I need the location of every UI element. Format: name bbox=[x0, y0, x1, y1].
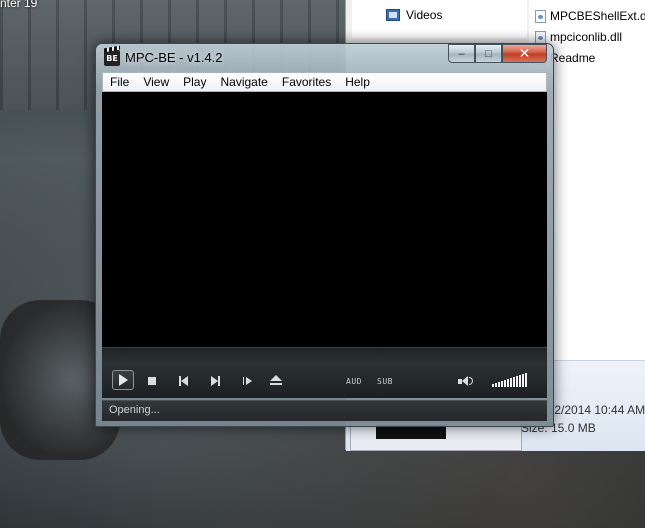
menu-help[interactable]: Help bbox=[338, 75, 377, 89]
eject-icon bbox=[270, 375, 282, 385]
navigation-pane: Videos bbox=[352, 0, 527, 38]
volume-bar bbox=[519, 375, 521, 387]
volume-bar bbox=[507, 379, 509, 387]
minimize-button[interactable]: ‒ bbox=[448, 44, 475, 63]
close-icon: ✕ bbox=[518, 45, 531, 61]
dll-file-icon bbox=[535, 30, 546, 44]
file-name: MPCBEShellExt.dll bbox=[550, 9, 645, 23]
frame-step-bar-icon bbox=[242, 377, 244, 385]
menu-bar: File View Play Navigate Favorites Help bbox=[102, 72, 547, 92]
status-bar: Opening... bbox=[102, 400, 547, 421]
maximize-icon: □ bbox=[485, 47, 492, 60]
menu-file[interactable]: File bbox=[103, 75, 136, 89]
volume-bar bbox=[495, 383, 497, 387]
frame-step-icon bbox=[245, 377, 252, 385]
skip-back-arrow-icon bbox=[180, 376, 188, 386]
minimize-icon: ‒ bbox=[458, 47, 465, 60]
volume-bar bbox=[525, 373, 527, 387]
status-text: Opening... bbox=[109, 404, 160, 416]
open-eject-button[interactable] bbox=[269, 373, 283, 387]
play-icon bbox=[118, 374, 128, 386]
volume-bar bbox=[510, 378, 512, 387]
video-area[interactable] bbox=[102, 92, 547, 347]
file-item-mpciconlib[interactable]: mpciconlib.dll bbox=[535, 30, 622, 44]
mpc-be-app-icon: BE bbox=[104, 50, 120, 66]
volume-bar bbox=[516, 376, 518, 387]
volume-bar bbox=[492, 384, 494, 387]
nav-item-label: Videos bbox=[406, 8, 443, 22]
mute-button[interactable] bbox=[458, 374, 473, 388]
speaker-wave-icon bbox=[469, 377, 473, 385]
menu-favorites[interactable]: Favorites bbox=[275, 75, 338, 89]
audio-track-button[interactable]: AUD bbox=[346, 374, 362, 388]
volume-bar bbox=[522, 374, 524, 387]
close-button[interactable]: ✕ bbox=[502, 44, 547, 63]
nav-item-videos[interactable]: Videos bbox=[386, 8, 442, 22]
next-button[interactable] bbox=[208, 374, 222, 388]
control-bar: AUD SUB bbox=[102, 364, 547, 398]
maximize-button[interactable]: □ bbox=[475, 44, 502, 63]
skip-forward-icon bbox=[210, 376, 218, 386]
volume-bar bbox=[513, 377, 515, 387]
volume-slider[interactable] bbox=[492, 373, 538, 387]
volume-bar bbox=[498, 382, 500, 387]
file-name: Readme bbox=[550, 51, 596, 65]
menu-play[interactable]: Play bbox=[176, 75, 213, 89]
previous-button[interactable] bbox=[176, 374, 190, 388]
skip-forward-bar-icon bbox=[217, 376, 220, 386]
stop-icon bbox=[148, 377, 156, 385]
mpc-be-window: BE MPC-BE - v1.4.2 ‒ □ ✕ File View Play … bbox=[95, 43, 554, 427]
stop-button[interactable] bbox=[145, 374, 159, 388]
speaker-cone-icon bbox=[462, 376, 468, 386]
seek-bar[interactable] bbox=[102, 347, 547, 365]
frame-step-button[interactable] bbox=[240, 374, 254, 388]
date-modified: /2/2014 10:44 AM bbox=[551, 403, 645, 417]
window-title: MPC-BE - v1.4.2 bbox=[125, 50, 223, 65]
desktop-window-label: nter 19 bbox=[0, 0, 38, 10]
file-name: mpciconlib.dll bbox=[550, 30, 623, 44]
app-icon-text: BE bbox=[106, 53, 118, 63]
menu-navigate[interactable]: Navigate bbox=[213, 75, 274, 89]
dll-file-icon bbox=[535, 9, 546, 23]
menu-view[interactable]: View bbox=[136, 75, 176, 89]
volume-bar bbox=[501, 381, 503, 387]
file-item-mpcbeshellext[interactable]: MPCBEShellExt.dll bbox=[535, 9, 645, 23]
video-thumbnail bbox=[376, 425, 446, 439]
volume-bar bbox=[504, 380, 506, 387]
subtitle-track-button[interactable]: SUB bbox=[377, 374, 393, 388]
window-buttons: ‒ □ ✕ bbox=[448, 44, 547, 63]
play-button[interactable] bbox=[112, 370, 134, 390]
title-bar[interactable]: BE MPC-BE - v1.4.2 ‒ □ ✕ bbox=[96, 44, 553, 70]
video-folder-icon bbox=[386, 9, 400, 21]
